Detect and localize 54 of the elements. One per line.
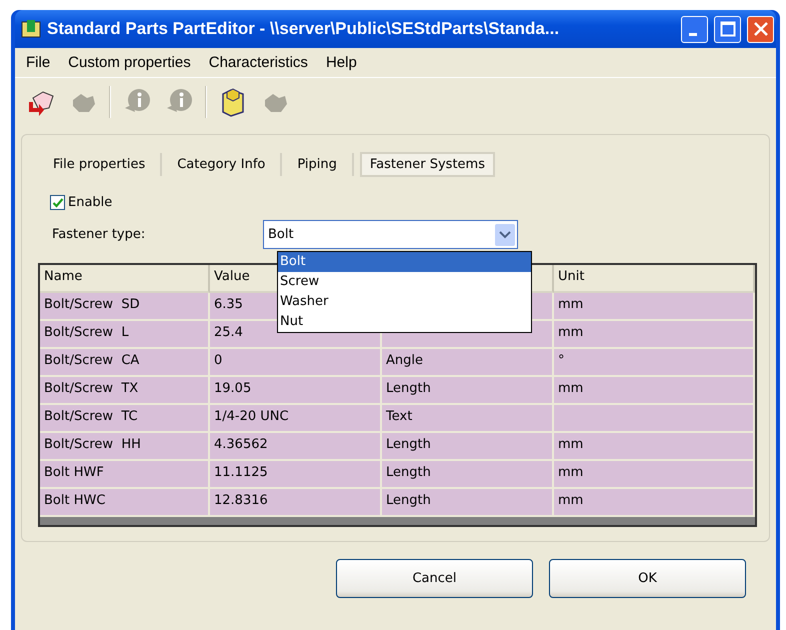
menu-item[interactable]: Help — [316, 52, 366, 73]
table-cell: mm — [554, 461, 755, 489]
table-cell: Angle — [382, 349, 554, 377]
minimize-icon — [688, 32, 696, 36]
table-cell: Bolt/Screw CA — [40, 349, 210, 377]
tab[interactable]: Piping — [282, 152, 354, 176]
tab[interactable]: File properties — [38, 152, 162, 176]
table-cell: 19.05 — [210, 377, 382, 405]
table-cell: mm — [554, 321, 755, 349]
dialog-button[interactable]: OK — [549, 559, 746, 598]
table-cell: 4.36562 — [210, 433, 382, 461]
minimize-button[interactable] — [681, 16, 708, 42]
maximize-icon — [720, 21, 736, 37]
table-cell: Bolt/Screw HH — [40, 433, 210, 461]
table-cell: ° — [554, 349, 755, 377]
checkbox-label: Enable — [68, 195, 112, 210]
fastener-type-dropdown[interactable]: Bolt — [263, 220, 518, 249]
table-cell: Length — [382, 377, 554, 405]
app-icon — [21, 19, 41, 39]
table-cell: 12.8316 — [210, 489, 382, 517]
table-cell: Length — [382, 461, 554, 489]
table-cell: Length — [382, 489, 554, 517]
table-cell: Bolt/Screw SD — [40, 293, 210, 321]
table-cell: mm — [554, 293, 755, 321]
table-cell: 1/4-20 UNC — [210, 405, 382, 433]
table-cell: mm — [554, 433, 755, 461]
dropdown-option[interactable]: Screw — [278, 272, 531, 292]
table-cell: 0 — [210, 349, 382, 377]
table-cell: Bolt HWC — [40, 489, 210, 517]
dropdown-option[interactable]: Bolt — [278, 252, 531, 272]
table-cell: 11.1125 — [210, 461, 382, 489]
column-header[interactable]: Name — [40, 265, 210, 293]
table-cell: Text — [382, 405, 554, 433]
table-cell: Bolt HWF — [40, 461, 210, 489]
window-title: Standard Parts PartEditor - \\server\Public\SEStdParts\Standa... — [47, 19, 560, 39]
table-cell: Bolt/Screw L — [40, 321, 210, 349]
checkbox[interactable] — [50, 195, 65, 210]
table-cell: Bolt/Screw TC — [40, 405, 210, 433]
menu-item[interactable]: File — [17, 52, 60, 73]
close-button[interactable] — [747, 16, 774, 42]
menu-item[interactable]: Custom properties — [59, 52, 200, 73]
table-cell: mm — [554, 489, 755, 517]
tab[interactable]: Category Info — [162, 152, 282, 176]
menu-item[interactable]: Characteristics — [200, 52, 317, 73]
chevron-icon — [495, 224, 515, 246]
tab[interactable]: Fastener Systems — [360, 152, 495, 176]
table-cell: mm — [554, 377, 755, 405]
field-label: Fastener type: — [52, 227, 146, 242]
dialog-button[interactable]: Cancel — [336, 559, 533, 598]
close-icon — [752, 21, 768, 37]
table-cell: Length — [382, 433, 554, 461]
maximize-button[interactable] — [714, 16, 741, 42]
table-cell: Bolt/Screw TX — [40, 377, 210, 405]
column-header[interactable]: Unit — [554, 265, 755, 293]
